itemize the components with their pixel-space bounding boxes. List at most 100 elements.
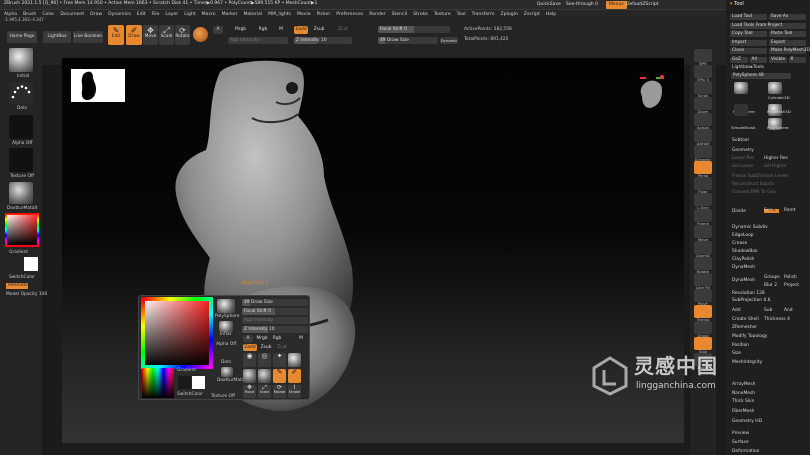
palette-section-dynamic-subdiv[interactable]: Dynamic Subdiv xyxy=(732,225,768,230)
popup-z-intensity-slider[interactable]: Z Intensity 10 xyxy=(242,326,308,333)
menu-item-material[interactable]: Material xyxy=(243,10,262,19)
menu-item-mm-lights[interactable]: MM_lights xyxy=(268,10,291,19)
palette-section-claypolish[interactable]: ClayPolish xyxy=(732,257,754,262)
popup-alpha-label[interactable]: Alpha Off xyxy=(216,342,236,347)
see-through-slider[interactable]: See-through 0 xyxy=(563,1,601,9)
menu-item-light[interactable]: Light xyxy=(184,10,195,19)
home-page-button[interactable]: Home Page xyxy=(7,31,37,43)
m-button[interactable]: M xyxy=(276,26,286,34)
menu-item-edit[interactable]: Edit xyxy=(137,10,146,19)
palette-section-deformation[interactable]: Deformation xyxy=(732,449,759,454)
palette-section-suv[interactable]: Suv xyxy=(764,208,772,213)
menu-item-draw[interactable]: Draw xyxy=(90,10,102,19)
move-button[interactable]: ✥ Move xyxy=(143,25,158,45)
palette-section-sub[interactable]: Sub xyxy=(764,308,772,313)
palette-section-nanomesh[interactable]: NanoMesh xyxy=(732,391,755,396)
palette-section-size[interactable]: Size xyxy=(732,351,741,356)
popup-material-preview[interactable] xyxy=(288,353,301,367)
popup-secondary-color[interactable] xyxy=(178,376,191,389)
palette-section-arraymesh[interactable]: ArrayMesh xyxy=(732,382,755,387)
rgb-button[interactable]: Rgb xyxy=(256,26,270,34)
model-opacity-slider[interactable]: Model Opacity 100 xyxy=(6,292,47,297)
palette-section-thickness-4[interactable]: Thickness 4 xyxy=(764,317,790,322)
popup-color-square[interactable] xyxy=(144,299,210,367)
menu-item-help[interactable]: Help xyxy=(546,10,556,19)
menu-item-movie[interactable]: Movie xyxy=(297,10,311,19)
palette-section-dynamesh[interactable]: DynaMesh xyxy=(732,265,755,270)
palette-button-goz[interactable]: GoZ xyxy=(730,57,748,64)
live-boolean-button[interactable]: Live Boolean xyxy=(73,31,103,43)
hue-ring[interactable] xyxy=(5,213,39,247)
menu-item-zscript[interactable]: Zscript xyxy=(524,10,540,19)
popup-switchcolor[interactable]: SwitchColor xyxy=(177,392,203,397)
palette-section-shadowbox[interactable]: ShadowBox xyxy=(732,249,758,254)
zadd-button[interactable]: Zadd xyxy=(294,26,308,34)
popup-m-button[interactable]: M xyxy=(297,335,305,342)
menu-item-zplugin[interactable]: Zplugin xyxy=(500,10,517,19)
popup-zsub-button[interactable]: Zsub xyxy=(259,344,273,351)
popup-stroke-button[interactable]: ⌇ Stroke xyxy=(288,385,301,398)
menu-item-transform[interactable]: Transform xyxy=(472,10,495,19)
main-color-swatch[interactable] xyxy=(24,257,38,271)
menu-item-stroke[interactable]: Stroke xyxy=(413,10,428,19)
default-zscript-button[interactable]: DefaultZScript xyxy=(623,1,662,9)
palette-section-subtool[interactable]: Subtool xyxy=(732,138,749,143)
draw-size-slider[interactable]: 49 Draw Size xyxy=(378,37,438,44)
palette-section-resolution-128[interactable]: Resolution 128 xyxy=(732,291,765,296)
palette-button-clone[interactable]: Clone xyxy=(730,48,767,55)
palette-section-convert-bpr-to-geo[interactable]: Convert BPR To Geo xyxy=(732,190,776,195)
palette-section-geometry-hd[interactable]: Geometry HD xyxy=(732,419,762,424)
palette-button-copy-tool[interactable]: Copy Tool xyxy=(730,31,767,38)
palette-button-load-tool[interactable]: Load Tool xyxy=(730,14,767,21)
palette-section-edgeloop[interactable]: EdgeLoop xyxy=(732,233,754,238)
palette-button-all[interactable]: All xyxy=(749,57,767,64)
menu-item-file[interactable]: File xyxy=(152,10,160,19)
palette-section-surface[interactable]: Surface xyxy=(732,440,749,445)
popup-main-color[interactable] xyxy=(192,376,205,389)
popup-scale-button[interactable]: ⤢ Scale xyxy=(258,385,271,398)
palette-section-higher-res[interactable]: Higher Res xyxy=(764,156,788,161)
popup-rgb-button[interactable]: Rgb xyxy=(271,335,283,342)
palette-section-create-shell[interactable]: Create Shell xyxy=(732,317,759,322)
popup-edit-button[interactable]: ✎ xyxy=(273,369,286,383)
popup-tool-thumbnail[interactable] xyxy=(217,299,235,313)
popup-mrgb-button[interactable]: Mrgb xyxy=(255,335,269,342)
zcut-button[interactable]: Zcut xyxy=(336,26,350,34)
tool-thumbnail[interactable] xyxy=(734,82,748,94)
palette-section-add[interactable]: Add xyxy=(732,308,741,313)
menu-item-texture[interactable]: Texture xyxy=(434,10,451,19)
scale-button[interactable]: ⤢ Scale xyxy=(159,25,174,45)
palette-section-geometry[interactable]: Geometry xyxy=(732,148,754,153)
dynamic-button[interactable]: Dynamic xyxy=(440,37,458,44)
menu-item-stencil[interactable]: Stencil xyxy=(392,10,408,19)
menu-item-picker[interactable]: Picker xyxy=(317,10,331,19)
palette-section-position[interactable]: Position xyxy=(732,343,749,348)
menu-item-color[interactable]: Color xyxy=(42,10,54,19)
alternate-button[interactable]: Alternate xyxy=(6,283,28,289)
menu-item-marker[interactable]: Marker xyxy=(222,10,238,19)
palette-section-subprojection-0-6[interactable]: SubProjection 0.6 xyxy=(732,298,770,303)
palette-section-rsmt[interactable]: Rsmt xyxy=(784,208,795,213)
palette-section-sel-higher[interactable]: Sel Higher xyxy=(764,164,787,169)
lightbox-tools-link[interactable]: Lightbox▸Tools xyxy=(732,65,764,70)
palette-section-project[interactable]: Project xyxy=(784,283,799,288)
quicksave-button[interactable]: QuickSave xyxy=(534,1,564,9)
popup-spectrum[interactable] xyxy=(142,368,174,398)
palette-section-modify-topology[interactable]: Modify Topology xyxy=(732,334,767,339)
switchcolor-label[interactable]: SwitchColor xyxy=(9,275,35,280)
palette-section-polish[interactable]: Polish xyxy=(784,275,797,280)
draw-button[interactable]: ✐ Draw xyxy=(126,25,142,45)
brush-thumbnail[interactable] xyxy=(9,48,33,72)
lightbox-button[interactable]: LightBox xyxy=(43,31,71,43)
orientation-gizmo[interactable] xyxy=(636,74,668,114)
texture-thumbnail[interactable] xyxy=(9,148,33,172)
menu-item-preferences[interactable]: Preferences xyxy=(336,10,363,19)
popup-draw-button[interactable]: ✐ xyxy=(288,369,301,383)
popup-draw-size-slider[interactable]: 49 Draw Size xyxy=(242,299,308,306)
popup-material-thumbnail[interactable] xyxy=(221,367,233,377)
palette-section-and[interactable]: And xyxy=(784,308,793,313)
material-sphere-icon[interactable] xyxy=(193,27,208,42)
popup-brush-option-1[interactable]: ◉ xyxy=(243,353,256,367)
menu-item-dynamics[interactable]: Dynamics xyxy=(108,10,131,19)
palette-button-load-tools-from-project[interactable]: Load Tools From Project xyxy=(730,23,806,30)
